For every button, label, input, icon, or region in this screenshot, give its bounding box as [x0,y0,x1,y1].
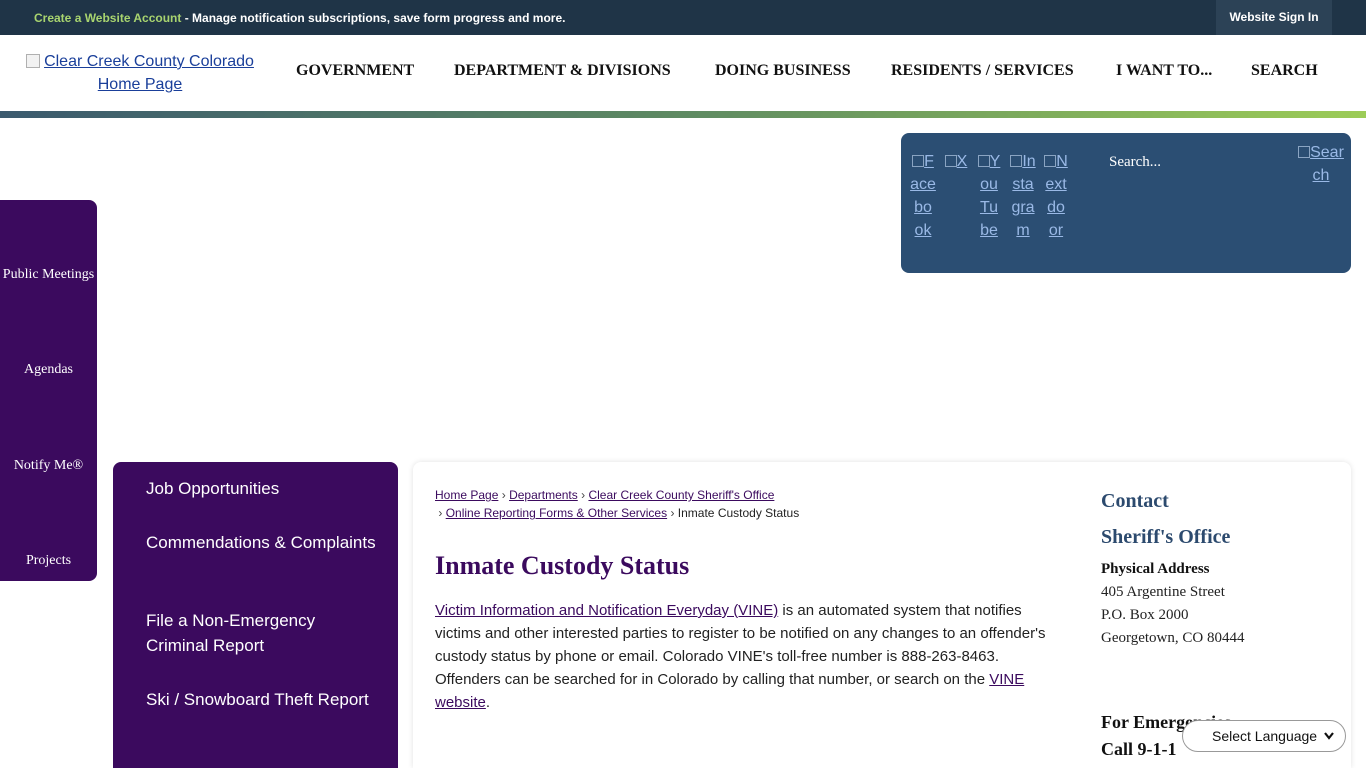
side-menu-ski-theft-report[interactable]: Ski / Snowboard Theft Report [146,687,376,712]
language-selector[interactable]: Select Language [1182,720,1346,752]
address-label: Physical Address [1101,561,1210,577]
logo-alt-text: Clear Creek County Colorado Home Page [44,53,254,93]
breadcrumb-sheriffs-office[interactable]: Clear Creek County Sheriff's Office [588,488,774,502]
search-icon [1298,146,1311,158]
home-logo-link[interactable]: Clear Creek County Colorado Home Page [15,50,265,96]
nav-search[interactable]: SEARCH [1251,62,1318,80]
nav-residents-services[interactable]: RESIDENTS / SERVICES [891,62,1074,80]
instagram-link[interactable]: Instagram [1010,150,1036,242]
contact-heading: Contact [1101,490,1169,512]
account-message-text: - Manage notification subscriptions, sav… [181,11,566,25]
nextdoor-link[interactable]: Nextdoor [1043,150,1069,242]
youtube-icon [977,155,990,167]
nav-doing-business[interactable]: DOING BUSINESS [715,62,851,80]
breadcrumb-current: Inmate Custody Status [677,506,800,520]
side-menu-commendations-complaints[interactable]: Commendations & Complaints [146,530,376,555]
quick-link-notify-me[interactable]: Notify Me® [0,458,97,474]
address-line: 405 Argentine Street [1101,584,1225,600]
emergency-call: Call 9-1-1 [1101,739,1177,759]
breadcrumb: Home Page › Departments › Clear Creek Co… [435,488,800,520]
search-input[interactable]: Search... [1109,154,1161,171]
side-menu-job-opportunities[interactable]: Job Opportunities [146,476,376,501]
chevron-down-icon [1323,721,1335,763]
x-icon [944,155,957,167]
address-line: Georgetown, CO 80444 [1101,630,1245,646]
youtube-link[interactable]: YouTube [976,150,1002,242]
x-label: X [956,153,968,170]
contact-section: Contact Sheriff's Office Physical Addres… [1101,490,1341,759]
nav-department-divisions[interactable]: DEPARTMENT & DIVISIONS [454,62,671,80]
nav-i-want-to[interactable]: I WANT TO... [1116,62,1212,80]
account-message: Create a Website Account - Manage notifi… [34,11,565,25]
website-sign-in-button[interactable]: Website Sign In [1216,0,1332,35]
nextdoor-icon [1044,155,1057,167]
header-accent-strip [0,111,1366,118]
site-header: Clear Creek County Colorado Home Page GO… [0,35,1366,111]
social-search-panel: Facebook X YouTube Instagram Nextdoor Se… [901,133,1351,273]
side-menu: Job Opportunities Commendations & Compla… [113,462,398,768]
side-menu-non-emergency-report[interactable]: File a Non-Emergency Criminal Report [146,608,376,658]
x-link[interactable]: X [943,150,969,173]
body-end: . [485,694,491,711]
vine-link[interactable]: Victim Information and Notification Ever… [435,602,778,619]
instagram-icon [1010,155,1023,167]
search-button-label: Search [1310,144,1344,184]
top-bar: Create a Website Account - Manage notifi… [0,0,1366,35]
address-line: P.O. Box 2000 [1101,607,1189,623]
page-body: Victim Information and Notification Ever… [435,599,1065,714]
breadcrumb-departments[interactable]: Departments [509,488,578,502]
facebook-link[interactable]: Facebook [910,150,936,242]
language-label: Select Language [1212,728,1318,744]
quick-link-projects[interactable]: Projects [0,553,97,569]
breadcrumb-home[interactable]: Home Page [435,488,498,502]
page-title: Inmate Custody Status [435,551,690,580]
broken-image-icon [26,54,41,68]
breadcrumb-online-reporting[interactable]: Online Reporting Forms & Other Services [446,506,667,520]
contact-office: Sheriff's Office [1101,526,1231,548]
facebook-icon [912,155,925,167]
quick-links-panel: Public Meetings Agendas Notify Me® Proje… [0,200,97,581]
create-account-link[interactable]: Create a Website Account [34,11,181,25]
search-button[interactable]: Search [1298,141,1344,187]
quick-link-public-meetings[interactable]: Public Meetings [0,267,97,283]
nav-government[interactable]: GOVERNMENT [296,62,414,80]
quick-link-agendas[interactable]: Agendas [0,362,97,378]
